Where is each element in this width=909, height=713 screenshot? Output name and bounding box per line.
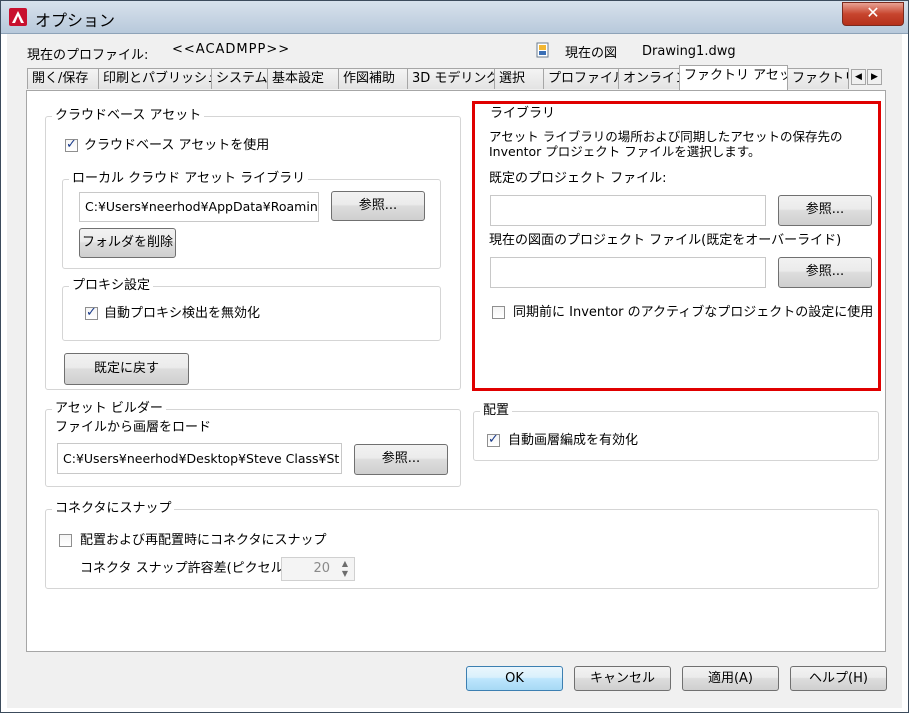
dialog-body: 現在のプロファイル: <<ACADMPP>> 現在の図 Drawing1.dwg… [7, 34, 902, 708]
current-drawing-value: Drawing1.dwg [642, 44, 736, 59]
proxy-settings-legend: プロキシ設定 [69, 278, 154, 294]
snap-tolerance-spinner[interactable]: 20 ▲ ▼ [281, 557, 355, 581]
tab-profiles[interactable]: プロファイル [543, 68, 619, 89]
auto-layer-checkbox[interactable] [487, 432, 500, 447]
help-button[interactable]: ヘルプ(H) [790, 666, 887, 691]
placement-group: 配置 自動画層編成を有効化 [473, 403, 879, 461]
disable-auto-proxy-checkbox[interactable] [85, 305, 98, 320]
tab-drafting[interactable]: 作図補助 [338, 68, 408, 89]
snap-to-connector-label: 配置および再配置時にコネクタにスナップ [80, 533, 327, 548]
tab-online[interactable]: オンライン [618, 68, 680, 89]
tab-selection[interactable]: 選択 [494, 68, 544, 89]
cloud-assets-group: クラウドベース アセット クラウドベース アセットを使用 ローカル クラウド ア… [45, 108, 461, 390]
spinner-arrows-icon[interactable]: ▲ ▼ [338, 559, 352, 579]
tab-scroll-left-icon[interactable]: ◀ [851, 69, 866, 85]
reset-defaults-button[interactable]: 既定に戻す [64, 353, 189, 385]
tab-scroll-right-icon[interactable]: ▶ [867, 69, 882, 85]
asset-builder-browse-button[interactable]: 参照... [354, 444, 448, 475]
use-cloud-assets-checkbox[interactable] [65, 137, 78, 152]
cloud-assets-legend: クラウドベース アセット [52, 108, 205, 124]
ok-button[interactable]: OK [466, 666, 563, 691]
window-title: オプション [35, 11, 116, 30]
cancel-button[interactable]: キャンセル [574, 666, 671, 691]
current-drawing-label: 現在の図 [565, 46, 618, 61]
auto-layer-label: 自動画層編成を有効化 [508, 433, 639, 448]
connector-snap-legend: コネクタにスナップ [52, 501, 175, 517]
use-cloud-assets-label: クラウドベース アセットを使用 [84, 138, 270, 153]
local-library-path-input[interactable]: C:¥Users¥neerhod¥AppData¥Roamin [79, 192, 319, 222]
tab-factory-assets[interactable]: ファクトリ アセット [679, 65, 788, 90]
apply-button[interactable]: 適用(A) [682, 666, 779, 691]
placement-legend: 配置 [480, 403, 513, 419]
factory-assets-panel: クラウドベース アセット クラウドベース アセットを使用 ローカル クラウド ア… [26, 90, 886, 652]
snap-to-connector-checkbox[interactable] [59, 534, 72, 547]
drawing-file-icon [535, 42, 551, 58]
title-bar: オプション ✕ [1, 1, 908, 34]
close-button[interactable]: ✕ [842, 2, 904, 26]
asset-builder-legend: アセット ビルダー [52, 401, 166, 417]
tab-3d-modeling[interactable]: 3D モデリング [407, 68, 495, 89]
load-layers-label: ファイルから画層をロード [55, 420, 212, 435]
disable-auto-proxy-label: 自動プロキシ検出を無効化 [104, 306, 261, 321]
asset-builder-group: アセット ビルダー ファイルから画層をロード C:¥Users¥neerhod¥… [45, 401, 461, 487]
local-cloud-library-legend: ローカル クラウド アセット ライブラリ [69, 171, 309, 187]
local-cloud-library-group: ローカル クラウド アセット ライブラリ C:¥Users¥neerhod¥Ap… [62, 171, 441, 269]
tab-user-preferences[interactable]: 基本設定 [267, 68, 339, 89]
asset-builder-path-input[interactable]: C:¥Users¥neerhod¥Desktop¥Steve Class¥St [57, 443, 342, 474]
profile-label: 現在のプロファイル: [27, 48, 149, 63]
proxy-settings-group: プロキシ設定 自動プロキシ検出を無効化 [62, 278, 441, 341]
autocad-logo-icon [9, 8, 27, 26]
local-library-browse-button[interactable]: 参照... [331, 191, 425, 221]
snap-tolerance-value: 20 [313, 561, 330, 576]
snap-tolerance-label: コネクタ スナップ許容差(ピクセル): [80, 561, 294, 576]
tab-factory-other[interactable]: ファクトリの [787, 68, 849, 89]
tab-open-save[interactable]: 開く/保存 [27, 68, 99, 89]
connector-snap-group: コネクタにスナップ 配置および再配置時にコネクタにスナップ コネクタ スナップ許… [45, 501, 879, 589]
delete-folder-button[interactable]: フォルダを削除 [79, 228, 176, 258]
highlight-box [472, 101, 881, 391]
options-dialog: オプション ✕ 現在のプロファイル: <<ACADMPP>> 現在の図 Draw… [0, 0, 909, 713]
profile-value: <<ACADMPP>> [172, 42, 291, 57]
tab-system[interactable]: システム [211, 68, 268, 89]
tab-plot-publish[interactable]: 印刷とパブリッシュ [98, 68, 212, 89]
